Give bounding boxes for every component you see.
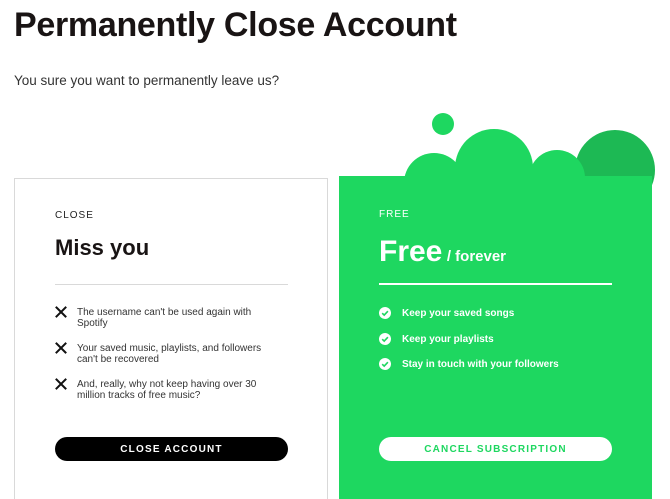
x-icon (55, 306, 67, 318)
close-account-card: CLOSE Miss you The username can't be use… (14, 178, 328, 499)
page-subtitle: You sure you want to permanently leave u… (14, 73, 280, 88)
free-card-label: FREE (379, 209, 410, 220)
list-item-line2: million tracks of free music? (77, 390, 201, 401)
close-card-heading: Miss you (55, 235, 150, 260)
benefit-text: Stay in touch with your followers (402, 359, 559, 370)
list-item-line1: The username can't be used again with (77, 307, 252, 318)
check-circle-icon (379, 358, 391, 370)
check-circle-icon (379, 332, 391, 345)
free-card-heading: Free / forever (379, 235, 506, 269)
x-icon (55, 378, 67, 390)
list-item: Your saved music, playlists, and followe… (55, 342, 295, 379)
check-circle-icon (379, 307, 391, 319)
free-card-divider (379, 283, 612, 285)
list-item-line1: Your saved music, playlists, and followe… (77, 343, 262, 354)
x-icon (55, 342, 67, 354)
list-item: Keep your saved songs (379, 307, 619, 334)
free-plan-suffix: / forever (446, 248, 507, 265)
free-benefits-list: Keep your saved songs Keep your playlist… (379, 307, 619, 385)
list-item: And, really, why not keep having over 30… (55, 378, 295, 415)
close-card-label: CLOSE (55, 210, 94, 221)
close-account-page: Permanently Close Account You sure you w… (0, 0, 670, 499)
small-blob (432, 113, 454, 135)
list-item-line2: Spotify (77, 318, 108, 329)
benefit-text: Keep your saved songs (402, 308, 515, 319)
free-plan-title: Free (379, 235, 443, 268)
benefit-text: Keep your playlists (402, 333, 494, 345)
list-item-line2: can't be recovered (77, 354, 159, 365)
close-consequences-list: The username can't be used again with Sp… (55, 306, 295, 415)
list-item: Keep your playlists (379, 332, 619, 360)
free-plan-card: FREE Free / forever Keep your saved song… (339, 176, 652, 499)
list-item: The username can't be used again with Sp… (55, 306, 295, 343)
cancel-subscription-button[interactable]: CANCEL SUBSCRIPTION (379, 437, 612, 461)
close-card-divider (55, 284, 288, 285)
close-account-button[interactable]: CLOSE ACCOUNT (55, 437, 288, 461)
list-item: Stay in touch with your followers (379, 358, 619, 385)
list-item-line1: And, really, why not keep having over 30 (77, 379, 257, 390)
page-title: Permanently Close Account (14, 6, 457, 44)
